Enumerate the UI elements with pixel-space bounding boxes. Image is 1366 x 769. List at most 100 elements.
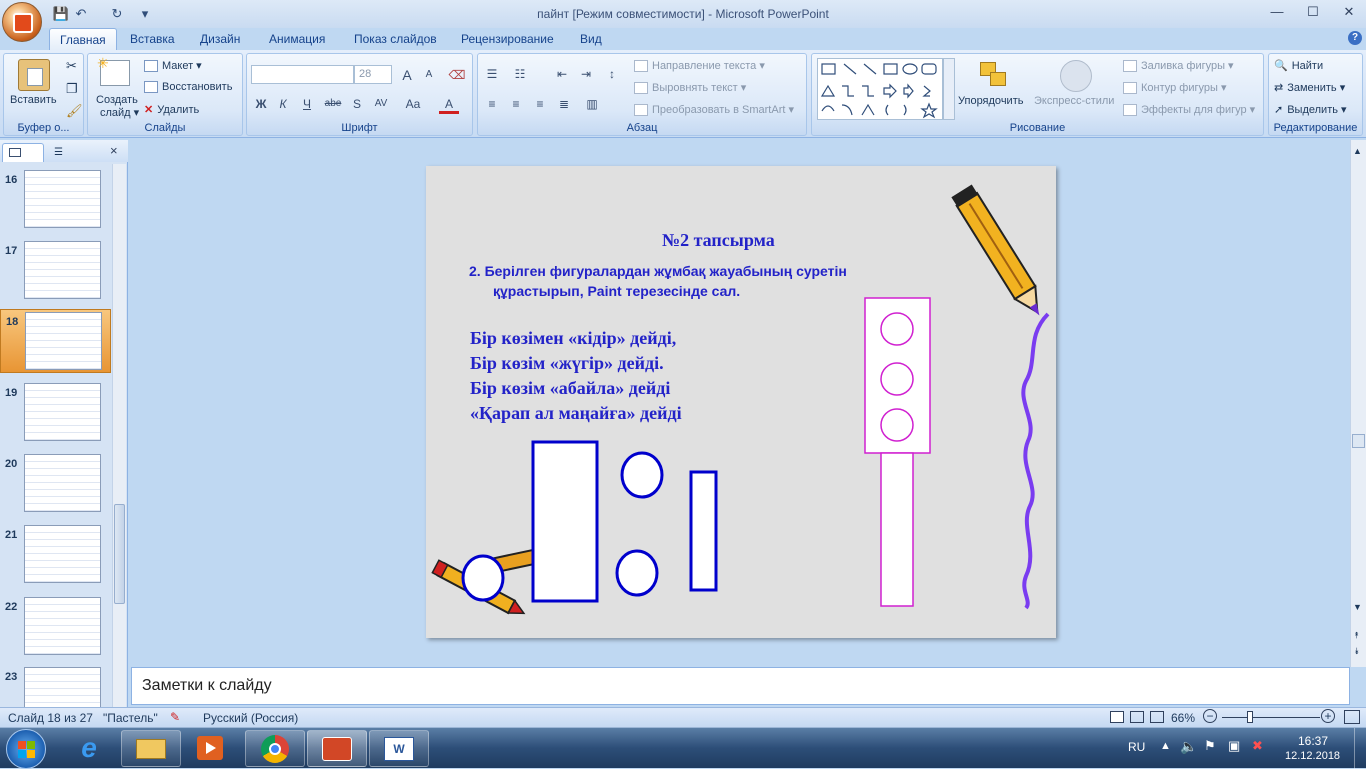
justify-icon[interactable]: ≣ [554,94,574,114]
clear-format-icon[interactable]: ⌫ [447,65,467,85]
slide-thumbnail[interactable]: 17 [0,239,111,303]
prev-slide-icon[interactable]: ⯭ [1354,630,1359,641]
italic-button[interactable]: К [273,94,293,114]
copy-icon[interactable]: ❐ [66,81,78,97]
show-desktop-button[interactable] [1354,728,1366,769]
tab-design[interactable]: Дизайн [200,32,240,46]
slide-thumbnail[interactable]: 19 [0,381,111,445]
narrow-rectangle-shape[interactable] [689,470,718,592]
action-center-icon[interactable]: ⚑ [1204,738,1216,754]
editor-scroll-thumb[interactable] [1352,434,1365,448]
numbering-icon[interactable]: ☷ [510,64,530,84]
slide-thumbnail[interactable]: 18 [0,309,111,373]
underline-button[interactable]: Ч [297,94,317,114]
delete-slide-button[interactable]: ✕ Удалить [144,103,199,116]
spellcheck-icon[interactable]: ✎ [170,710,180,724]
bold-button[interactable]: Ж [251,94,271,114]
rectangle-shape[interactable] [531,440,599,603]
font-size-input[interactable]: 28 [354,65,392,84]
start-button[interactable] [6,729,46,769]
editor-scrollbar[interactable]: ▲ ▼ ⯭ ⯯ [1350,140,1366,667]
zoom-out-button[interactable]: − [1203,709,1217,723]
office-button[interactable] [2,2,42,42]
tab-insert[interactable]: Вставка [130,32,175,46]
align-right-icon[interactable]: ≡ [530,94,550,114]
ellipse-shape[interactable] [620,451,664,499]
strikethrough-button[interactable]: abe [323,94,343,114]
reset-button[interactable]: Восстановить [144,81,232,94]
zoom-slider-thumb[interactable] [1247,711,1253,723]
slideshow-view-icon[interactable] [1150,711,1164,723]
new-slide-dropdown[interactable]: слайд ▾ [100,106,139,119]
ellipse-shape[interactable] [461,554,505,602]
maximize-button[interactable]: ☐ [1302,4,1324,22]
line-spacing-icon[interactable]: ↕ [602,64,622,84]
layout-button[interactable]: Макет ▾ [144,59,202,73]
align-text-button[interactable]: Выровнять текст ▾ [634,81,746,95]
tab-outline[interactable]: ☰ [46,143,88,162]
shape-effects-button[interactable]: Эффекты для фигур ▾ [1123,103,1255,117]
sorter-view-icon[interactable] [1130,711,1144,723]
close-button[interactable]: ✕ [1338,4,1360,22]
slide-thumbnail[interactable]: 22 [0,595,111,659]
scroll-up-icon[interactable]: ▲ [1353,146,1362,156]
zoom-slider[interactable] [1222,717,1320,718]
ie-icon[interactable]: e [73,732,105,764]
taskbar-word[interactable]: W [369,730,429,767]
zoom-in-button[interactable]: + [1321,709,1335,723]
tray-expand-icon[interactable]: ▲ [1160,740,1171,752]
quick-styles-button[interactable]: Экспресс-стили [1034,95,1114,107]
grow-font-button[interactable]: A [397,65,417,85]
power-icon[interactable]: ✖ [1252,738,1263,754]
panel-scroll-thumb[interactable] [114,504,125,604]
tab-review[interactable]: Рецензирование [461,32,554,46]
taskbar-powerpoint[interactable] [307,730,367,767]
tab-slideshow[interactable]: Показ слайдов [354,32,437,46]
input-language[interactable]: RU [1128,740,1145,754]
decrease-indent-icon[interactable]: ⇤ [552,64,572,84]
shadow-button[interactable]: S [347,94,367,114]
columns-icon[interactable]: ▥ [582,94,602,114]
network-icon[interactable]: ▣ [1228,738,1240,754]
slide-canvas[interactable]: №2 тапсырма 2. Берілген фигуралардан жұм… [426,166,1056,638]
fit-to-window-icon[interactable] [1344,710,1360,724]
spacing-button[interactable]: AV [371,94,391,114]
text-direction-button[interactable]: Направление текста ▾ [634,59,765,73]
taskbar-chrome[interactable] [245,730,305,767]
traffic-light-figure[interactable] [864,297,931,607]
shape-outline-button[interactable]: Контур фигуры ▾ [1123,81,1227,95]
zoom-level[interactable]: 66% [1171,711,1195,725]
ellipse-shape[interactable] [615,549,659,597]
shrink-font-button[interactable]: A [419,65,439,85]
volume-icon[interactable]: 🔈 [1180,738,1197,755]
cut-icon[interactable]: ✂ [66,58,77,74]
shapes-gallery[interactable] [817,58,943,120]
paste-button[interactable]: Вставить [10,94,57,106]
taskbar-explorer[interactable] [121,730,181,767]
tab-view[interactable]: Вид [580,32,602,46]
notes-pane[interactable]: Заметки к слайду [131,667,1350,705]
scroll-down-icon[interactable]: ▼ [1353,602,1362,612]
close-panel-icon[interactable]: × [110,143,118,158]
align-left-icon[interactable]: ≡ [482,94,502,114]
find-button[interactable]: 🔍 Найти [1274,59,1323,72]
font-color-button[interactable]: A [439,94,459,114]
new-slide-button[interactable]: Создать [96,94,138,106]
font-name-input[interactable] [251,65,354,84]
minimize-button[interactable]: — [1266,4,1288,22]
smartart-button[interactable]: Преобразовать в SmartArt ▾ [634,103,794,117]
clock-time[interactable]: 16:37 [1298,734,1328,748]
slide-thumbnail[interactable]: 20 [0,452,111,516]
select-button[interactable]: ➚ Выделить ▾ [1274,103,1347,116]
language-status[interactable]: Русский (Россия) [203,711,298,725]
bullets-icon[interactable]: ☰ [482,64,502,84]
slide-thumbnail[interactable]: 21 [0,523,111,587]
media-player-icon[interactable] [197,736,223,760]
increase-indent-icon[interactable]: ⇥ [576,64,596,84]
change-case-button[interactable]: Aa [403,94,423,114]
slide-thumbnail[interactable]: 16 [0,168,111,232]
align-center-icon[interactable]: ≡ [506,94,526,114]
replace-button[interactable]: ⇄ Заменить ▾ [1274,81,1345,94]
help-icon[interactable]: ? [1348,31,1362,45]
normal-view-icon[interactable] [1110,711,1124,723]
